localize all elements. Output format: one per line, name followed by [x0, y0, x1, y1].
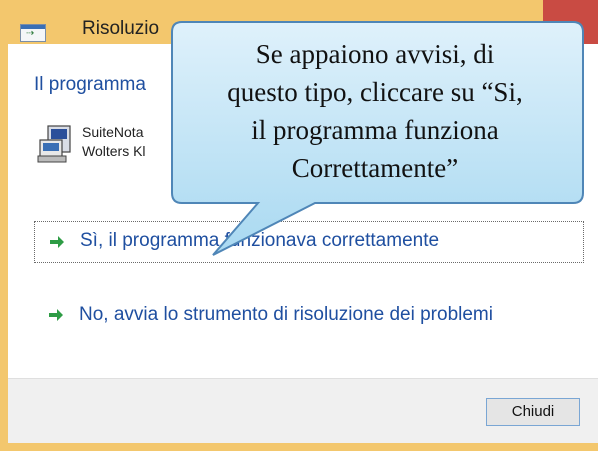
page-heading: Il programma: [34, 74, 146, 95]
program-name: SuiteNota Wolters Kl: [82, 123, 146, 161]
option-run-troubleshooter-label: No, avvia lo strumento di risoluzione de…: [79, 304, 493, 325]
option-run-troubleshooter[interactable]: No, avvia lo strumento di risoluzione de…: [34, 294, 554, 356]
program-setup-icon: [37, 125, 71, 163]
window-title: Risoluzio: [82, 18, 160, 39]
dialog-footer: Chiudi: [8, 378, 598, 444]
dialog-window: ⇢ Risoluzio Il programma SuiteNota Wolte…: [0, 0, 598, 451]
green-arrow-icon: [50, 236, 64, 248]
green-arrow-icon: [49, 309, 63, 321]
close-button[interactable]: Chiudi: [486, 398, 580, 426]
option-program-worked[interactable]: Sì, il programma funzionava correttament…: [34, 221, 584, 263]
window-bottom-border: [0, 443, 598, 451]
dialog-content: Il programma SuiteNota Wolters Kl Sì, il…: [8, 44, 598, 378]
troubleshooter-icon: ⇢: [20, 24, 46, 42]
program-publisher-line2: Wolters Kl: [82, 143, 146, 159]
program-name-line1: SuiteNota: [82, 124, 144, 140]
title-bar[interactable]: ⇢ Risoluzio: [0, 0, 598, 45]
option-program-worked-label: Sì, il programma funzionava correttament…: [80, 230, 440, 251]
close-window-button[interactable]: [543, 0, 598, 45]
